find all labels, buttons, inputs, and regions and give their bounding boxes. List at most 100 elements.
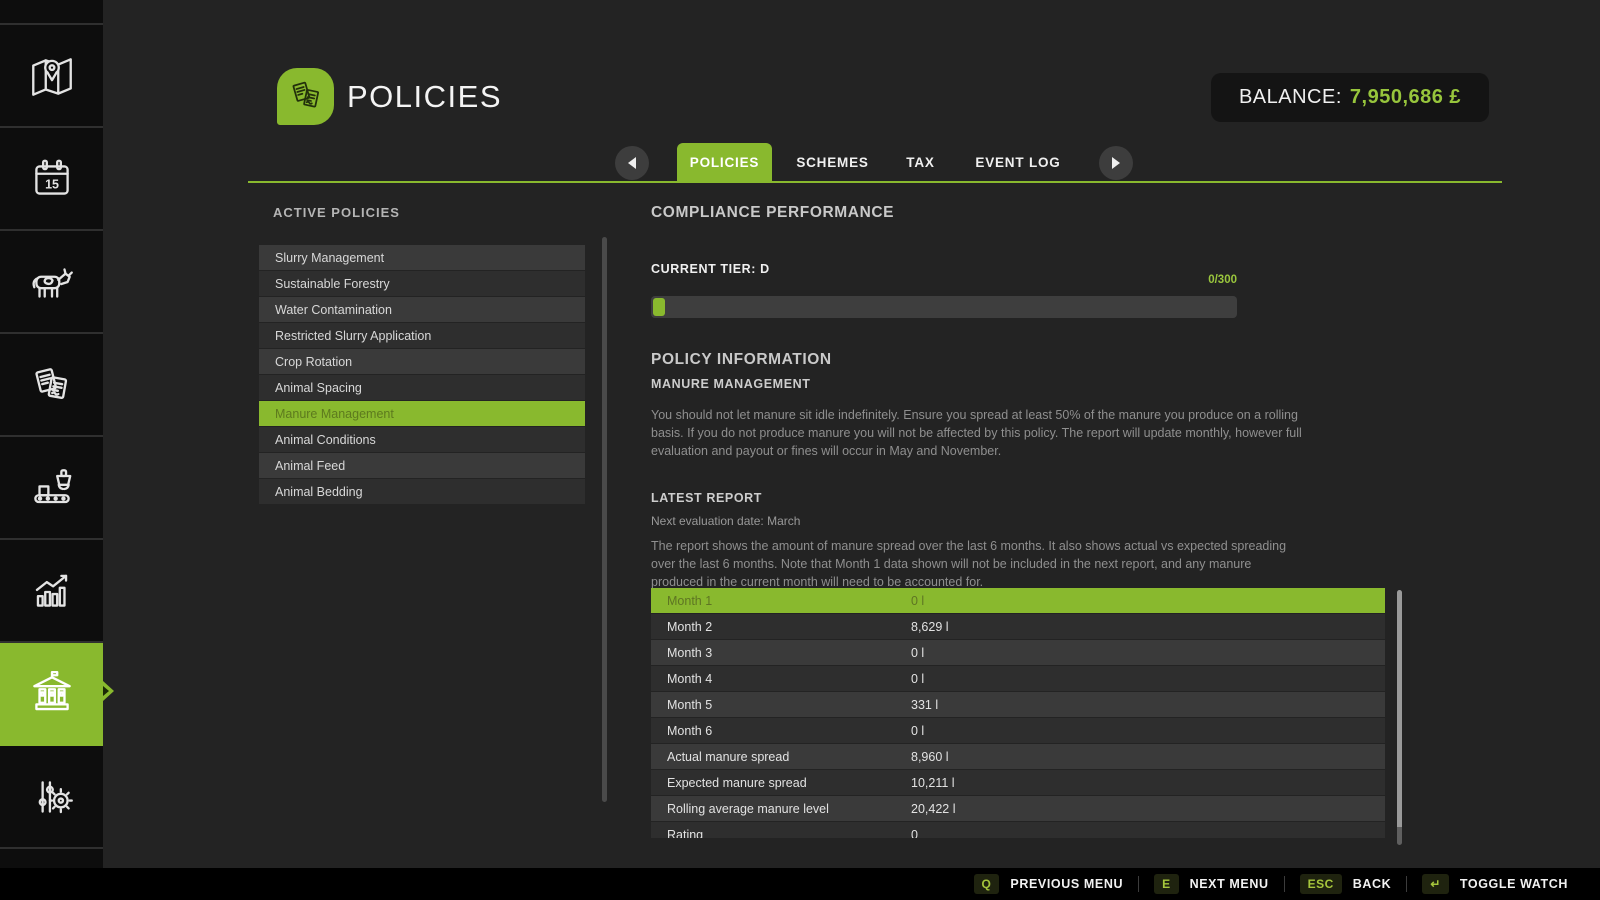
sidebar-item-calendar[interactable]: 15 xyxy=(0,128,103,231)
policy-list-item[interactable]: Animal Spacing xyxy=(259,375,585,400)
svg-text:15: 15 xyxy=(45,177,59,191)
tabs-prev-button[interactable] xyxy=(615,146,649,180)
tab-schemes[interactable]: SCHEMES xyxy=(790,143,875,182)
sidebar-item-finances-active[interactable] xyxy=(0,643,103,746)
chevron-left-icon xyxy=(628,157,636,169)
chevron-right-icon xyxy=(1112,157,1120,169)
hint-label: NEXT MENU xyxy=(1190,877,1269,891)
sidebar-item-production[interactable] xyxy=(0,437,103,540)
report-row[interactable]: Actual manure spread 8,960 l xyxy=(651,744,1385,769)
tab-tax[interactable]: TAX xyxy=(898,143,943,182)
active-tab-marker-arrow xyxy=(103,686,109,696)
latest-report-title: LATEST REPORT xyxy=(651,491,762,505)
hint-back: ESC BACK xyxy=(1300,874,1392,894)
hint-divider xyxy=(1406,876,1407,892)
hint-divider xyxy=(1138,876,1139,892)
sidebar-item-contracts[interactable] xyxy=(0,334,103,437)
compliance-title: COMPLIANCE PERFORMANCE xyxy=(651,204,894,222)
policy-list-item[interactable]: Animal Conditions xyxy=(259,427,585,452)
report-row-label: Month 4 xyxy=(651,672,911,686)
page-title: POLICIES xyxy=(347,79,502,115)
tab-policies[interactable]: POLICIES xyxy=(677,143,772,182)
tab-event-log[interactable]: EVENT LOG xyxy=(968,143,1068,182)
report-row-label: Rating xyxy=(651,828,911,839)
policy-name: MANURE MANAGEMENT xyxy=(651,377,811,391)
report-row-label: Month 6 xyxy=(651,724,911,738)
sidebar-item-map[interactable] xyxy=(0,25,103,128)
report-row-label: Month 3 xyxy=(651,646,911,660)
report-row-selected[interactable]: Month 1 0 l xyxy=(651,588,1385,613)
tabs-next-button[interactable] xyxy=(1099,146,1133,180)
active-policies-list: Slurry Management Sustainable Forestry W… xyxy=(259,245,585,505)
report-row-value: 10,211 l xyxy=(911,776,955,790)
balance-value: 7,950,686 £ xyxy=(1350,86,1461,109)
policy-list-item[interactable]: Animal Bedding xyxy=(259,479,585,504)
active-policies-title: ACTIVE POLICIES xyxy=(273,205,400,220)
report-row[interactable]: Month 3 0 l xyxy=(651,640,1385,665)
policy-list-item[interactable]: Water Contamination xyxy=(259,297,585,322)
key-e: E xyxy=(1154,874,1179,894)
bank-icon xyxy=(26,669,78,721)
policy-list-item[interactable]: Crop Rotation xyxy=(259,349,585,374)
tabs-underline xyxy=(248,181,1502,183)
hint-label: PREVIOUS MENU xyxy=(1010,877,1123,891)
report-row-value: 0 l xyxy=(911,724,924,738)
policy-information-title: POLICY INFORMATION xyxy=(651,351,832,369)
report-row[interactable]: Month 2 8,629 l xyxy=(651,614,1385,639)
report-row-label: Month 5 xyxy=(651,698,911,712)
contracts-icon xyxy=(26,360,78,412)
report-row[interactable]: Expected manure spread 10,211 l xyxy=(651,770,1385,795)
report-table-scrollbar[interactable] xyxy=(1397,590,1402,845)
hint-label: BACK xyxy=(1353,877,1392,891)
policy-list-item[interactable]: Slurry Management xyxy=(259,245,585,270)
documents-icon xyxy=(284,75,328,119)
hint-label: TOGGLE WATCH xyxy=(1460,877,1568,891)
key-q: Q xyxy=(974,874,1000,894)
footer-hints-bar: Q PREVIOUS MENU E NEXT MENU ESC BACK ↵ T… xyxy=(0,868,1600,900)
compliance-progress-fill xyxy=(653,298,665,316)
report-row-value: 0 l xyxy=(911,594,924,608)
report-row[interactable]: Month 5 331 l xyxy=(651,692,1385,717)
report-row-label: Rolling average manure level xyxy=(651,802,911,816)
hint-previous-menu: Q PREVIOUS MENU xyxy=(974,874,1124,894)
report-row-value: 0 l xyxy=(911,672,924,686)
statistics-icon xyxy=(26,566,78,618)
enter-key-icon: ↵ xyxy=(1422,874,1449,894)
report-row[interactable]: Rating 0 xyxy=(651,822,1385,838)
cow-icon xyxy=(26,257,78,309)
hint-divider xyxy=(1284,876,1285,892)
sidebar-item-settings[interactable] xyxy=(0,746,103,849)
report-row-value: 0 l xyxy=(911,646,924,660)
sidebar-item-animals[interactable] xyxy=(0,231,103,334)
sidebar: 15 xyxy=(0,0,103,868)
report-row-label: Expected manure spread xyxy=(651,776,911,790)
compliance-progress-bar xyxy=(651,296,1237,318)
production-icon xyxy=(26,463,78,515)
policy-list-item[interactable]: Sustainable Forestry xyxy=(259,271,585,296)
hint-next-menu: E NEXT MENU xyxy=(1154,874,1269,894)
policies-screen: 15 xyxy=(0,0,1600,900)
policy-list-item[interactable]: Restricted Slurry Application xyxy=(259,323,585,348)
report-row[interactable]: Month 6 0 l xyxy=(651,718,1385,743)
map-icon xyxy=(26,51,78,103)
policy-list-scrollbar[interactable] xyxy=(602,237,607,802)
key-esc: ESC xyxy=(1300,874,1342,894)
report-row-value: 331 l xyxy=(911,698,938,712)
report-row-value: 20,422 l xyxy=(911,802,955,816)
calendar-icon: 15 xyxy=(26,154,78,206)
policies-app-icon xyxy=(277,68,334,125)
report-row[interactable]: Month 4 0 l xyxy=(651,666,1385,691)
sidebar-item-statistics[interactable] xyxy=(0,540,103,643)
policy-description: You should not let manure sit idle indef… xyxy=(651,407,1311,460)
latest-report-table: Month 1 0 l Month 2 8,629 l Month 3 0 l … xyxy=(651,588,1385,838)
policy-list-item-selected[interactable]: Manure Management xyxy=(259,401,585,426)
report-row-value: 0 xyxy=(911,828,918,839)
report-row[interactable]: Rolling average manure level 20,422 l xyxy=(651,796,1385,821)
report-row-label: Actual manure spread xyxy=(651,750,911,764)
report-row-label: Month 1 xyxy=(651,594,911,608)
report-description: The report shows the amount of manure sp… xyxy=(651,538,1306,591)
policy-list-item[interactable]: Animal Feed xyxy=(259,453,585,478)
report-row-label: Month 2 xyxy=(651,620,911,634)
balance-label: BALANCE: xyxy=(1239,86,1342,109)
current-tier-label: CURRENT TIER: D xyxy=(651,262,770,276)
